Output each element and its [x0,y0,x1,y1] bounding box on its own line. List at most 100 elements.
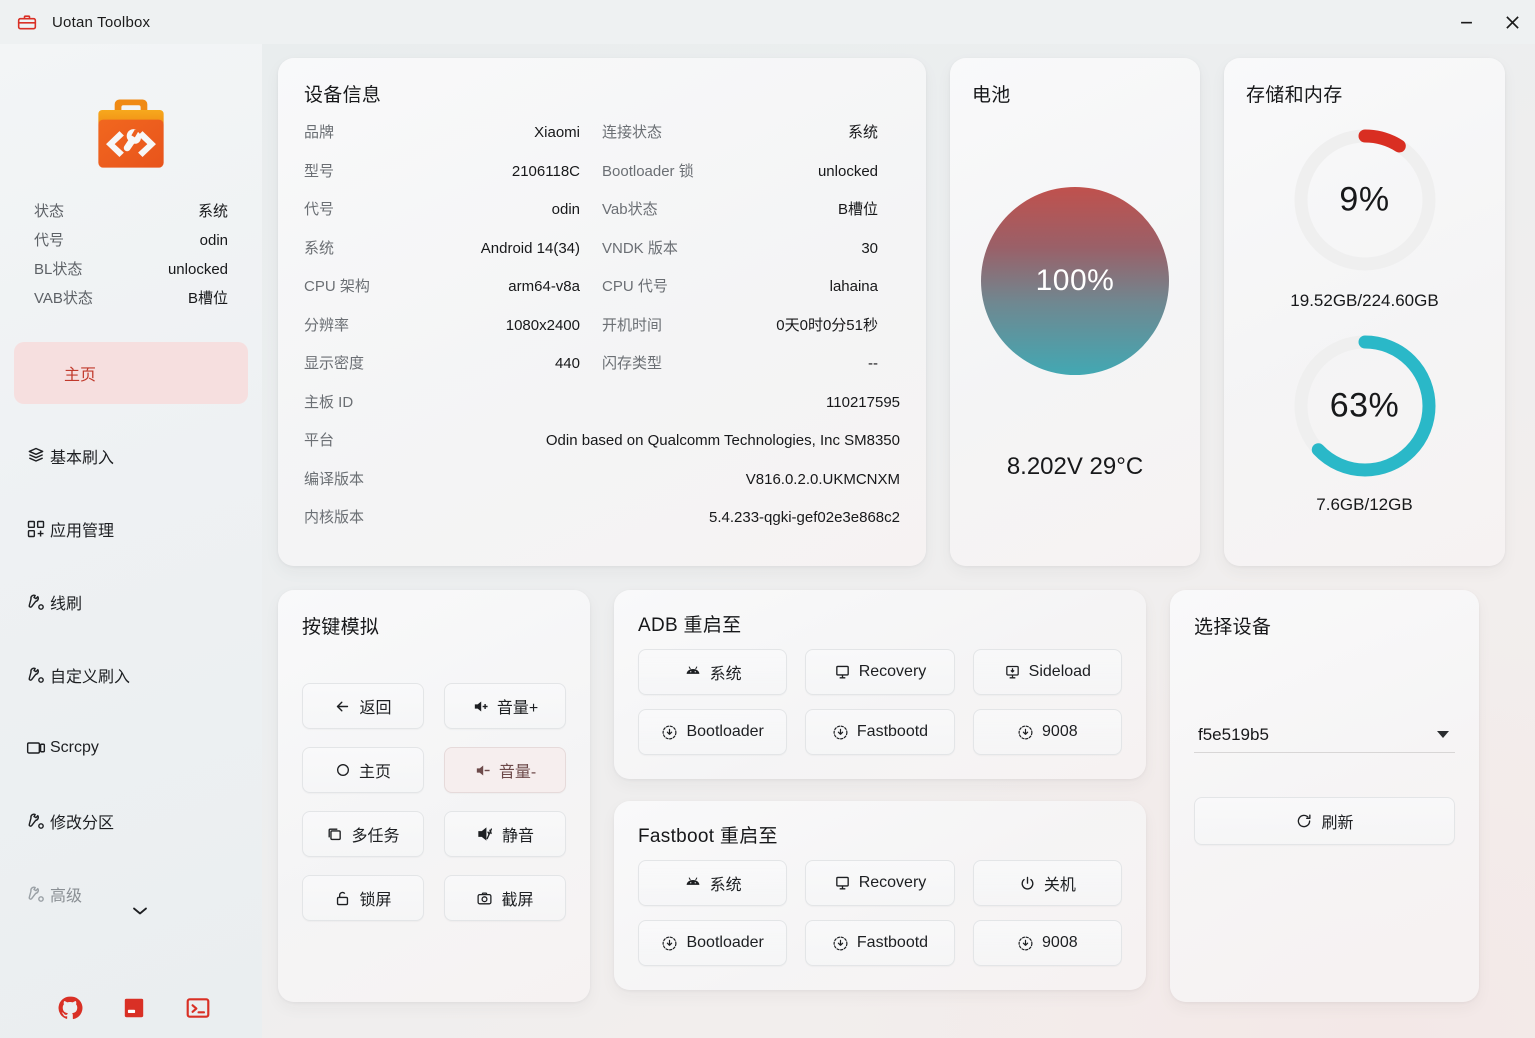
sidebar-item-label: 修改分区 [50,814,115,832]
window-title: Uotan Toolbox [52,13,151,31]
bottom-cards-row: 按键模拟 返回 音量+ 主页 音量- 多任务 静音 锁屏 截屏 ADB 重启至 … [278,590,1519,1002]
refresh-icon [1295,812,1313,830]
device-info-field: CPU 架构 arm64-v8a [304,275,602,296]
button-label: 9008 [1042,723,1078,740]
sidebar-item-label: 线刷 [50,595,83,613]
close-button[interactable] [1489,0,1535,44]
key-mute-button[interactable]: 静音 [444,811,566,857]
key-home-button[interactable]: 主页 [302,747,424,793]
sidebar-nav: 主页 基本刷入 应用管理 线刷 自定义刷入 Scrcpy 修改分区 高级 [0,342,262,915]
key-back-button[interactable]: 返回 [302,683,424,729]
device-info-row: 内核版本 5.4.233-qgki-gef02e3e868c2 [304,506,900,545]
lock-icon [334,890,351,907]
device-info-field: 型号 2106118C [304,160,602,181]
device-select-dropdown[interactable]: f5e519b5 [1194,717,1455,753]
device-info-field: 品牌 Xiaomi [304,121,602,142]
field-key: 内核版本 [304,509,365,526]
device-select-card: 选择设备 f5e519b5 刷新 [1170,590,1479,1002]
adb-reboot-9008-button[interactable]: 9008 [972,709,1122,755]
battery-card: 电池 100% 8.202V 29°C [950,58,1200,566]
field-value: 5.4.233-qgki-gef02e3e868c2 [709,509,900,526]
android-icon [684,663,702,681]
field-value: unlocked [817,162,878,180]
sidebar-item-label: 基本刷入 [50,449,115,467]
adb-reboot-bootloader-button[interactable]: Bootloader [638,709,788,755]
fastboot-reboot-fastbootd-button[interactable]: Fastbootd [805,920,955,966]
device-info-field: 系统 Android 14(34) [304,237,602,258]
fastboot-reboot-system-button[interactable]: 系统 [638,860,788,906]
button-label: Sideload [1028,663,1091,680]
disk-usage-gauge: 9% [1286,121,1444,279]
button-label: 主页 [358,764,391,781]
sidebar-item-custom-flash[interactable]: 自定义刷入 [14,653,248,696]
sidebar-item-wire-flash[interactable]: 线刷 [14,580,248,623]
field-key: 连接状态 [602,124,663,141]
fastboot-reboot-grid: 系统 Recovery 关机 Bootloader Fastbootd 9008 [638,860,1122,966]
fastboot-reboot-recovery-button[interactable]: Recovery [805,860,955,906]
field-key: 分辨率 [304,316,350,334]
button-label: 音量- [498,764,537,781]
fastboot-poweroff-button[interactable]: 关机 [972,860,1122,906]
adb-reboot-sideload-button[interactable]: Sideload [972,649,1122,695]
device-status-summary: 状态 系统 代号 odin BL状态 unlocked VAB状态 B槽位 [34,200,228,316]
device-info-title: 设备信息 [304,85,382,106]
memory-caption: 7.6GB/12GB [1316,495,1413,514]
key-volume-up-button[interactable]: 音量+ [444,683,566,729]
sidebar-item-modify-partition[interactable]: 修改分区 [14,799,248,842]
storage-title: 存储和内存 [1246,85,1343,106]
key-screenshot-button[interactable]: 截屏 [444,875,566,921]
adb-reboot-fastbootd-button[interactable]: Fastbootd [805,709,955,755]
terminal-icon[interactable] [184,994,212,1022]
device-info-field: VNDK 版本 30 [602,237,900,258]
github-icon[interactable] [56,994,84,1022]
circle-icon [335,762,351,778]
key-lock-screen-button[interactable]: 锁屏 [302,875,424,921]
adb-reboot-card: ADB 重启至 系统 Recovery Sideload Bootloader … [614,590,1146,779]
disk-percent: 9% [1339,180,1390,219]
wrench-gear-icon [23,589,49,615]
minimize-button[interactable] [1443,0,1489,44]
device-info-field: Bootloader 锁 unlocked [602,160,900,181]
device-info-card: 设备信息 品牌 Xiaomi 连接状态 系统 型号 2106118C Bootl… [278,58,926,566]
field-value: lahaina [829,278,878,295]
device-info-row: 系统 Android 14(34) VNDK 版本 30 [304,237,900,276]
adb-reboot-recovery-button[interactable]: Recovery [805,649,955,695]
chevron-down-icon [1437,731,1449,738]
device-select-value: f5e519b5 [1198,724,1269,744]
device-info-field: 显示密度 440 [304,352,602,373]
fastboot-reboot-title: Fastboot 重启至 [638,826,778,847]
sidebar-item-advanced[interactable]: 高级 [14,872,248,915]
sidebar-item-scrcpy[interactable]: Scrcpy [14,726,248,769]
docs-book-icon[interactable] [120,994,148,1022]
title-bar: Uotan Toolbox [0,0,1535,44]
button-label: 静音 [501,828,534,845]
chevron-down-icon[interactable] [132,903,148,921]
field-value: arm64-v8a [508,278,580,295]
storage-memory-card: 存储和内存 9% 19.52GB/224.60GB 63% 7.6GB/12GB [1224,58,1505,566]
status-value: unlocked [167,261,228,278]
main-content: 设备信息 品牌 Xiaomi 连接状态 系统 型号 2106118C Bootl… [262,44,1535,1038]
status-row: VAB状态 B槽位 [34,287,228,316]
button-label: 9008 [1042,934,1078,951]
key-volume-down-button[interactable]: 音量- [444,747,566,793]
button-label: 锁屏 [359,892,392,909]
key-multitask-button[interactable]: 多任务 [302,811,424,857]
device-info-field: 平台 Odin based on Qualcomm Technologies, … [304,429,900,450]
field-key: 主板 ID [304,393,354,411]
sidebar-item-basic-flash[interactable]: 基本刷入 [14,434,248,477]
sidebar-item-home[interactable]: 主页 [14,342,248,404]
arrow-left-icon [334,698,351,715]
volume-up-icon [472,698,489,715]
adb-reboot-system-button[interactable]: 系统 [638,649,788,695]
field-value: 2106118C [511,162,580,180]
status-row: 状态 系统 [34,200,228,229]
fastboot-reboot-bootloader-button[interactable]: Bootloader [638,920,788,966]
fastboot-reboot-9008-button[interactable]: 9008 [972,920,1122,966]
download-circle-icon [661,935,678,952]
app-logo [0,86,262,182]
refresh-devices-button[interactable]: 刷新 [1194,797,1455,845]
download-circle-icon [1017,724,1034,741]
button-label: 返回 [359,700,392,717]
field-key: 型号 [304,162,335,180]
sidebar-item-app-management[interactable]: 应用管理 [14,507,248,550]
